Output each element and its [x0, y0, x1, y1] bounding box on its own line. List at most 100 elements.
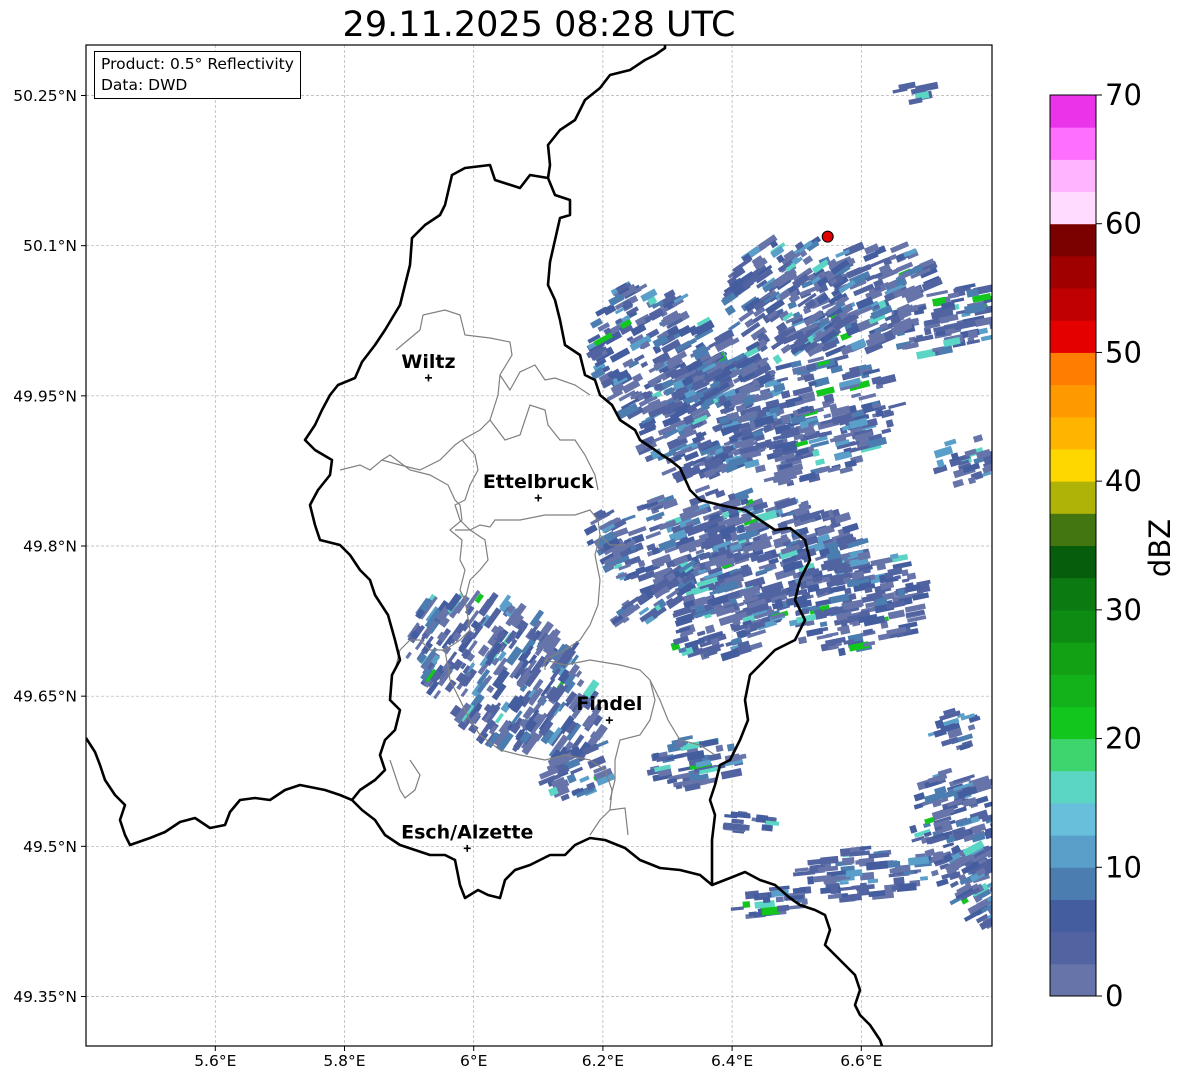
lat-tick-label: 49.8°N — [23, 538, 77, 556]
echo-cell — [887, 609, 906, 620]
echo-cell — [797, 636, 808, 645]
echo-cell — [776, 376, 789, 383]
echo-cell — [762, 896, 771, 904]
echo-cell — [633, 354, 645, 363]
echo-cell — [815, 458, 826, 466]
echo-cell — [842, 241, 865, 257]
echo-cell — [891, 885, 899, 891]
echo-cell — [851, 893, 863, 901]
radar-site-marker — [821, 230, 834, 243]
echo-cell — [996, 836, 1009, 843]
echo-cell — [807, 876, 814, 885]
echo-cell — [609, 347, 631, 363]
echo-cell — [952, 478, 965, 489]
echo-cell — [696, 630, 706, 637]
echo-cell — [885, 419, 894, 428]
echo-cell — [972, 434, 984, 443]
echo-cell — [433, 689, 442, 700]
echo-cell — [842, 857, 855, 865]
echo-cell — [947, 291, 960, 299]
echo-cell — [933, 445, 954, 459]
echo-cell — [990, 827, 992, 839]
city-label: Wiltz — [401, 351, 455, 373]
echo-cell — [908, 97, 923, 105]
echo-cell — [839, 880, 849, 885]
echo-cell — [806, 627, 824, 637]
city-marker — [424, 374, 432, 382]
echo-cell — [967, 724, 976, 731]
echo-cell — [889, 241, 910, 254]
echo-cell — [949, 880, 959, 889]
city-marker — [463, 844, 471, 852]
echo-cell — [926, 289, 949, 298]
lat-tick-label: 50.1°N — [23, 237, 77, 255]
echo-cell — [730, 906, 744, 911]
echo-cell — [991, 857, 992, 864]
lat-tick-label: 49.35°N — [13, 988, 77, 1006]
echo-cell — [999, 893, 1014, 904]
echo-cell — [980, 333, 992, 342]
echo-cell — [894, 574, 902, 580]
echo-cell — [583, 524, 598, 536]
echo-cell — [823, 413, 832, 419]
echo-cell — [763, 424, 773, 433]
echo-cell — [889, 868, 898, 874]
echo-cell — [736, 601, 745, 608]
echo-cell — [802, 255, 814, 266]
lon-tick-label: 6.2°E — [582, 1052, 624, 1070]
echo-cell — [586, 538, 595, 547]
echo-cell — [776, 904, 790, 912]
lat-tick-label: 49.65°N — [13, 688, 77, 706]
echo-cell — [892, 561, 912, 570]
echo-cell — [576, 678, 585, 688]
echo-cell — [897, 588, 906, 597]
echo-cell — [486, 685, 495, 694]
echo-cell — [715, 744, 724, 753]
product-info-box: Product: 0.5° Reflectivity Data: DWD — [94, 51, 301, 99]
echo-cell — [720, 768, 743, 780]
echo-cell — [640, 361, 649, 368]
echo-cell — [724, 304, 736, 316]
echo-cell — [704, 624, 716, 634]
echo-cell — [874, 373, 897, 387]
echo-cell — [901, 569, 909, 577]
city-marker — [605, 716, 613, 724]
lon-tick-label: 5.8°E — [323, 1052, 365, 1070]
echo-cell — [842, 522, 859, 534]
echo-cell — [993, 899, 1015, 916]
echo-cell — [913, 792, 926, 802]
echo-cell — [916, 81, 939, 93]
echo-cell — [901, 578, 910, 583]
echo-cell — [881, 428, 892, 435]
echo-cell — [993, 316, 1006, 322]
lon-tick-label: 6°E — [460, 1052, 487, 1070]
echo-cell — [913, 802, 924, 810]
echo-cell — [731, 818, 744, 825]
latitude-ticks: 50.25°N 50.1°N 49.95°N 49.8°N 49.65°N 49.5°N 4… — [13, 87, 86, 1006]
echo-cell — [772, 354, 783, 365]
echo-cell — [775, 896, 784, 903]
echo-cell — [888, 401, 907, 410]
longitude-ticks: 5.6°E 5.8°E 6°E 6.2°E 6.4°E 6.6°E — [194, 1046, 882, 1070]
city-marker — [534, 494, 542, 502]
echo-cell — [645, 530, 662, 540]
echo-cell — [840, 886, 858, 891]
echo-cell — [944, 438, 957, 447]
echo-cell — [993, 916, 1002, 925]
city-label: Ettelbruck — [483, 471, 594, 493]
echo-cell — [405, 651, 412, 660]
echo-cell — [495, 712, 505, 724]
lat-tick-label: 49.5°N — [23, 838, 77, 856]
echo-cell — [858, 392, 877, 401]
echo-cell — [477, 598, 494, 617]
city-label: Esch/Alzette — [401, 821, 533, 843]
echo-cell — [909, 824, 918, 834]
echo-cell — [823, 876, 837, 885]
lat-tick-label: 49.95°N — [13, 387, 77, 405]
data-source-label: Data: DWD — [101, 76, 188, 94]
lon-tick-label: 5.6°E — [194, 1052, 236, 1070]
echo-cell — [819, 621, 828, 628]
lon-tick-label: 6.6°E — [840, 1052, 882, 1070]
echo-cell — [579, 775, 590, 783]
echo-cell — [801, 898, 808, 905]
